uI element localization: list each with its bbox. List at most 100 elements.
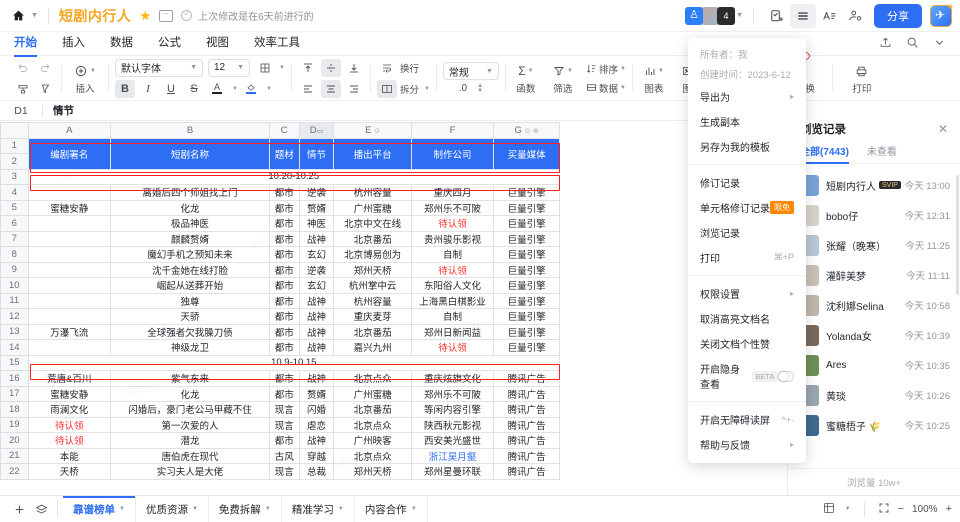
cell[interactable]: 都市 [268,370,300,387]
data-icon[interactable]: 数据 ▼ [586,78,626,97]
cell[interactable]: 郑州乐不可陂 [410,199,495,216]
doc-add-icon[interactable] [764,4,790,28]
column-header-d[interactable]: D▭ [298,122,335,139]
cell[interactable]: 腾讯广告 [493,447,560,464]
cell[interactable]: 自制 [410,246,495,263]
table-row[interactable]: 12 天骄 都市 战神 重庆麦芽 自制 巨量引擎 [0,308,560,325]
cell[interactable]: 陕西秋元影视 [410,416,495,433]
person-settings-icon[interactable] [842,4,868,28]
sheet-tab-靠谱榜单[interactable]: 靠谱榜单 ▼ [63,495,136,522]
cell[interactable]: 化龙 [110,385,270,402]
cell[interactable] [27,230,112,247]
column-header-f[interactable]: F [410,122,495,139]
menu-item-单元格修订记录[interactable]: 单元格修订记录 限免 [688,195,806,220]
column-header-b[interactable]: B [110,122,270,139]
format-painter-icon[interactable] [13,80,33,98]
cell[interactable]: 北京点众 [333,416,412,433]
row-header[interactable]: 22 [0,463,29,480]
row-header[interactable]: 6 [0,215,29,232]
table-row[interactable]: 3 10.20-10.25 [0,168,561,185]
number-format-select[interactable]: 常规 ▼ [442,62,499,80]
cell[interactable]: 西安美光盛世 [410,432,495,449]
cell[interactable]: 现言 [268,401,300,418]
list-item[interactable]: 张耀（晚寒） 今天 11:25 [788,230,960,260]
row-header[interactable]: 4 [0,184,29,201]
row-header[interactable]: 20 [0,432,29,449]
chart-icon[interactable]: ▼ [644,62,664,81]
decimal-stepper[interactable]: ▲ ▼ [477,83,483,94]
chevron-down-icon[interactable]: ▼ [424,86,430,92]
add-sheet-icon[interactable] [8,498,30,520]
cell[interactable]: 都市 [268,308,300,325]
row-header[interactable]: 11 [0,292,29,309]
row-header[interactable]: 1 [0,137,29,154]
header-cell-f[interactable]: 制作公司 [410,137,495,170]
filter-label[interactable]: 筛选 [553,81,572,95]
cell[interactable]: 待认领 [410,261,495,278]
font-family-select[interactable]: 默认字体 ▼ [115,58,203,77]
table-row[interactable]: 4 离婚后四个师姐找上门 都市 逆袭 杭州容量 重庆四月 巨量引擎 [0,184,560,201]
cell[interactable]: 玄幻 [298,246,335,263]
chevron-down-icon[interactable]: ▼ [265,506,271,512]
cell[interactable]: 巨量引擎 [493,261,560,278]
table-row[interactable]: 10 崛起从送葬开始 都市 玄幻 杭州掌中云 东阳俗人文化 巨量引擎 [0,277,560,294]
cell[interactable]: 待认领 [27,432,112,449]
row-header[interactable]: 9 [0,261,29,278]
table-row[interactable]: 11 独尊 都市 战神 杭州容量 上海黑白棋影业 巨量引擎 [0,292,560,309]
avatars-chevron-down-icon[interactable]: ▼ [736,12,743,19]
cell[interactable]: 天桥 [27,463,112,480]
cell[interactable]: 巨量引擎 [493,308,560,325]
cell[interactable]: 巨量引擎 [493,323,560,340]
cell[interactable] [27,292,112,309]
cell[interactable]: 重庆四月 [410,184,495,201]
cell[interactable]: 战神 [298,308,335,325]
cell[interactable]: 现言 [268,463,300,480]
insert-label[interactable]: 插入 [75,81,94,95]
table-row[interactable]: 5 蜜糖安静 化龙 都市 赘婿 广州蜜糖 郑州乐不可陂 巨量引擎 [0,199,560,216]
row-header[interactable]: 18 [0,401,29,418]
menu-item-帮助与反馈[interactable]: 帮助与反馈 ▸ [688,432,806,457]
chevron-down-icon[interactable]: ▼ [232,86,238,92]
header-cell-a[interactable]: 编剧署名 [27,137,112,170]
bold-button[interactable]: B [115,79,135,98]
align-top-icon[interactable] [298,59,318,77]
cell[interactable]: 北京中文在线 [333,215,412,232]
cell[interactable]: 蜜糖安静 [27,385,112,402]
incognito-toggle[interactable] [777,370,794,382]
row-header[interactable]: 8 [0,246,29,263]
menu-item-导出为[interactable]: 导出为 ▸ [688,84,806,109]
menu-item-取消高亮文档名[interactable]: 取消高亮文档名 [688,306,806,331]
close-icon[interactable]: ✕ [938,122,948,136]
wrap-text-icon[interactable] [377,59,397,77]
cell[interactable] [27,308,112,325]
clear-format-icon[interactable] [35,80,55,98]
menu-tab-insert[interactable]: 插入 [62,34,85,53]
row-header[interactable]: 19 [0,416,29,433]
function-label[interactable]: 函数 [516,81,535,95]
cell[interactable]: 现言 [268,416,300,433]
border-icon[interactable] [255,59,275,77]
table-row[interactable]: 6 极品神医 都市 神医 北京中文在线 待认领 巨量引擎 [0,215,560,232]
row-header[interactable]: 12 [0,308,29,325]
filter-icon[interactable]: ▼ [553,62,573,81]
font-color-button[interactable]: A [207,80,227,98]
header-cell-e[interactable]: 播出平台 [333,137,412,170]
row-header[interactable]: 15 [0,354,29,371]
cell[interactable]: 麒麟赘婿 [110,230,270,247]
chevron-down-icon[interactable]: ▼ [279,65,285,71]
list-item[interactable]: Ares 今天 10:35 [788,350,960,380]
header-cell-c[interactable]: 题材 [268,137,300,170]
cell[interactable] [27,215,112,232]
cell[interactable]: 战神 [298,432,335,449]
cell[interactable]: 闪婚 [298,401,335,418]
table-row[interactable]: 8 魔幻手机之预知未来 都市 玄幻 北京博易创为 自制 巨量引擎 [0,246,560,263]
section-label-cell[interactable]: 10.20-10.25 [27,168,561,185]
cell[interactable]: 郑州乐不可陂 [410,385,495,402]
decimal-label[interactable]: .0 [459,83,467,94]
cell[interactable]: 古风 [268,447,300,464]
header-cell-b[interactable]: 短剧名称 [110,137,270,170]
cell[interactable]: 第一次爱的人 [110,416,270,433]
row-header[interactable]: 10 [0,277,29,294]
cell[interactable]: 北京番茄 [333,230,412,247]
cell[interactable]: 重庆麦芽 [333,308,412,325]
